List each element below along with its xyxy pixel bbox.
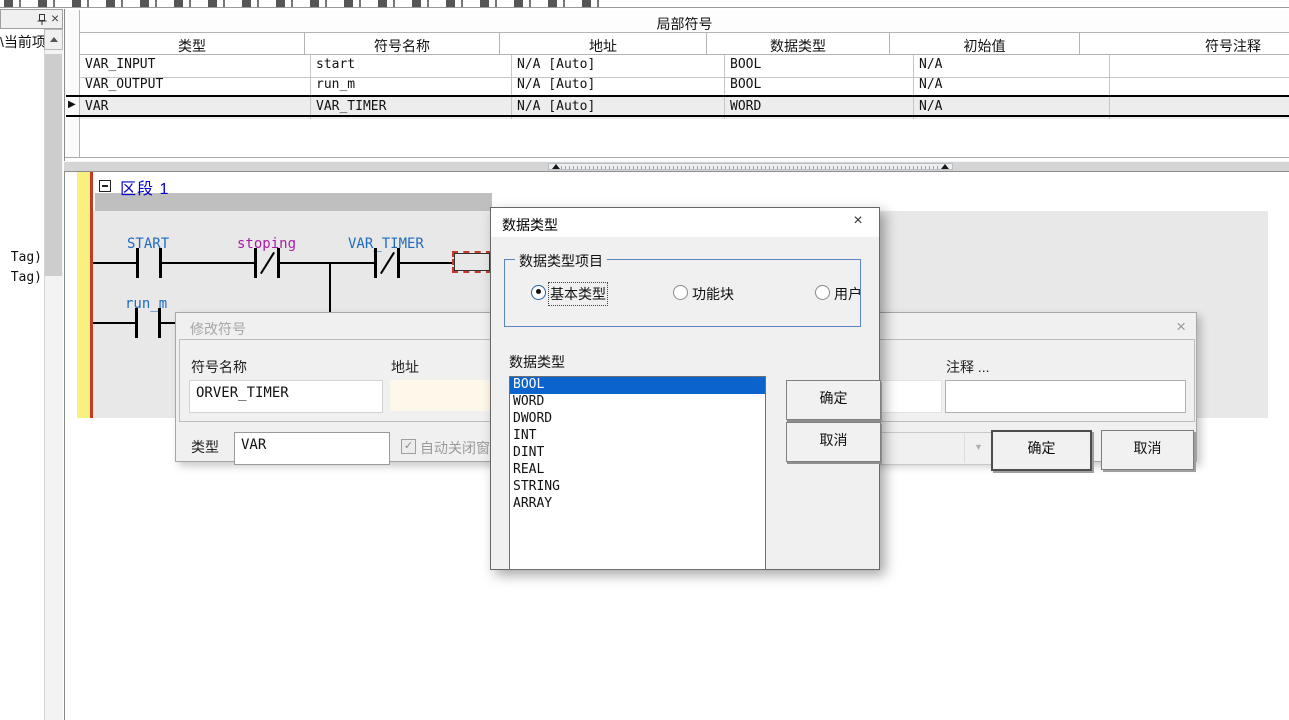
scroll-up-button[interactable] — [44, 29, 63, 50]
tree-item-clipped[interactable]: Tag) — [0, 270, 42, 288]
sidebar-tab-label[interactable]: \当前项 — [0, 29, 44, 51]
type-combobox[interactable]: VAR — [234, 432, 390, 465]
contact-var-timer[interactable] — [374, 248, 400, 278]
address-field-label: 地址 — [391, 357, 419, 377]
contact-start[interactable] — [136, 248, 162, 278]
type-field-label: 类型 — [191, 437, 219, 457]
dialog-title: 修改符号 — [190, 319, 246, 339]
splitter-handle[interactable] — [548, 163, 953, 170]
collapse-minus-icon[interactable] — [99, 180, 111, 192]
close-icon[interactable]: × — [845, 212, 871, 233]
instruction-placement-box[interactable] — [452, 251, 492, 273]
cancel-button[interactable]: 取消 — [786, 422, 881, 462]
table-row-selected[interactable]: VAR VAR_TIMER N/A [Auto] WORD N/A — [80, 97, 1289, 115]
dialog-title: 数据类型 — [502, 215, 558, 235]
list-item[interactable]: BOOL — [510, 377, 765, 394]
autoclose-checkbox[interactable]: ✓ — [401, 439, 416, 454]
column-header-datatype[interactable]: 数据类型 — [707, 33, 890, 55]
table-bottom-border — [65, 157, 1289, 158]
column-header-initial[interactable]: 初始值 — [890, 33, 1080, 55]
column-header-name[interactable]: 符号名称 — [305, 33, 500, 55]
close-icon[interactable]: × — [51, 11, 59, 25]
chevron-down-icon: ▼ — [964, 434, 992, 463]
network-margin-strip — [77, 172, 90, 418]
list-item[interactable]: DWORD — [510, 411, 765, 428]
sidebar-scrollbar-thumb[interactable] — [45, 54, 62, 276]
panel-header: × — [0, 9, 63, 29]
comment-combobox[interactable] — [945, 380, 1186, 413]
table-row[interactable]: VAR_INPUT start N/A [Auto] BOOL N/A — [80, 55, 1289, 75]
datatype-list-label: 数据类型 — [509, 352, 565, 372]
radio-function-block-label[interactable]: 功能块 — [692, 284, 734, 304]
list-item[interactable]: DINT — [510, 445, 765, 462]
network-title[interactable]: 区段 1 — [120, 175, 169, 199]
autoclose-checkbox-label: 自动关闭窗 — [420, 438, 491, 458]
toolbar-icons-clipped — [4, 0, 604, 7]
toolbar-strip — [0, 0, 1289, 8]
current-row-marker-icon: ▶ — [68, 99, 76, 110]
row-selector-gutter — [65, 10, 80, 157]
radio-user-defined-label[interactable]: 用户自 — [834, 284, 862, 304]
list-item[interactable]: INT — [510, 428, 765, 445]
datatype-dialog: 数据类型 × 数据类型项目 基本类型 功能块 用户自 数据类型 BOOL WOR… — [490, 207, 880, 570]
ok-button[interactable]: 确定 — [991, 430, 1092, 471]
list-item[interactable]: REAL — [510, 462, 765, 479]
close-icon[interactable]: × — [1176, 317, 1186, 337]
radio-basic-type-label[interactable]: 基本类型 — [550, 284, 606, 304]
table-title: 局部符号 — [80, 10, 1289, 33]
comment-field-label: 注释 ... — [946, 357, 990, 377]
radio-user-defined[interactable] — [815, 285, 830, 300]
column-header-comment[interactable]: 符号注释 — [1080, 33, 1289, 55]
table-row[interactable]: VAR_OUTPUT run_m N/A [Auto] BOOL N/A — [80, 75, 1289, 95]
contact-stoping[interactable] — [254, 248, 280, 278]
contact-run-m[interactable] — [135, 308, 161, 338]
symbol-name-input[interactable]: ORVER_TIMER — [189, 380, 383, 413]
cancel-button[interactable]: 取消 — [1101, 430, 1194, 470]
pin-icon[interactable] — [37, 13, 47, 26]
list-item[interactable]: WORD — [510, 394, 765, 411]
column-header-address[interactable]: 地址 — [500, 33, 707, 55]
radio-basic-type[interactable] — [531, 285, 546, 300]
tree-item-clipped[interactable]: Tag) — [0, 250, 42, 268]
ok-button[interactable]: 确定 — [786, 380, 881, 420]
list-item[interactable]: ARRAY — [510, 496, 765, 513]
list-item[interactable]: STRING — [510, 479, 765, 496]
collapse-up-icon[interactable] — [552, 164, 560, 169]
column-header-type[interactable]: 类型 — [80, 33, 305, 55]
collapse-up-icon[interactable] — [941, 164, 949, 169]
plc-editor-window: × \当前项 Tag) Tag) 局部符号 类型 符号名称 地址 数据类型 初始… — [0, 0, 1289, 720]
radio-function-block[interactable] — [673, 285, 688, 300]
power-rail — [90, 172, 93, 418]
datatype-listbox[interactable]: BOOL WORD DWORD INT DINT REAL STRING ARR… — [509, 376, 766, 570]
datatype-item-groupbox: 数据类型项目 基本类型 功能块 用户自 — [504, 259, 861, 327]
selection-border — [66, 115, 1289, 117]
name-field-label: 符号名称 — [191, 357, 247, 377]
chevron-up-icon — [50, 37, 58, 42]
dialog-titlebar[interactable]: 数据类型 × — [491, 208, 879, 237]
groupbox-label: 数据类型项目 — [515, 251, 607, 271]
